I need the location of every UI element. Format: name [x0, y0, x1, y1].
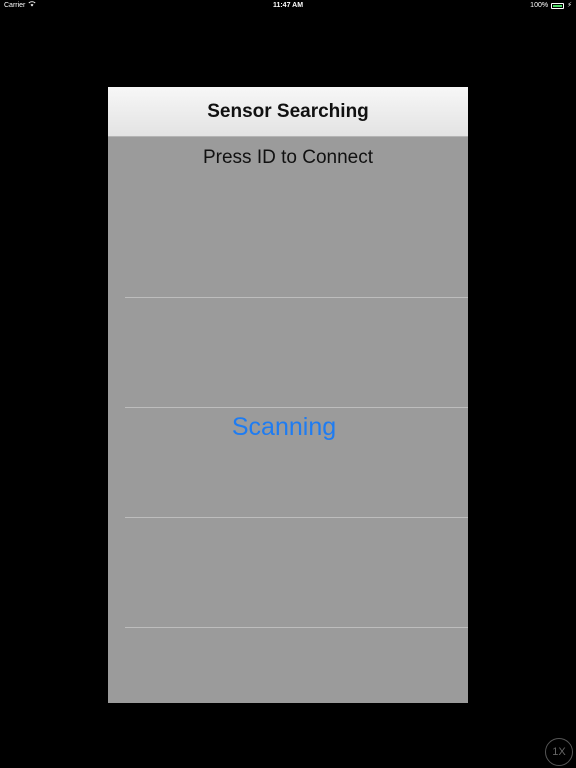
scanning-button[interactable]: Scanning — [108, 413, 460, 442]
battery-percent: 100% — [530, 2, 549, 9]
navigation-bar: Sensor Searching — [108, 87, 468, 137]
status-time: 11:47 AM — [272, 2, 304, 9]
charging-bolt-icon: ⚡ — [567, 2, 572, 9]
status-right: 100% ⚡ — [530, 0, 572, 12]
table-row-separator — [125, 407, 468, 408]
table-row-separator — [125, 297, 468, 298]
simulator-scale-badge[interactable]: 1X — [545, 738, 573, 766]
sensor-search-panel: Sensor Searching Press ID to Connect Sca… — [108, 87, 468, 703]
page-title: Sensor Searching — [207, 100, 369, 122]
battery-fill — [553, 5, 563, 7]
connect-instruction: Press ID to Connect — [202, 147, 374, 168]
table-row-separator — [125, 627, 468, 628]
table-row-separator — [125, 517, 468, 518]
battery-icon — [551, 3, 565, 9]
status-bar: Carrier 11:47 AM 100% ⚡ — [0, 0, 576, 12]
